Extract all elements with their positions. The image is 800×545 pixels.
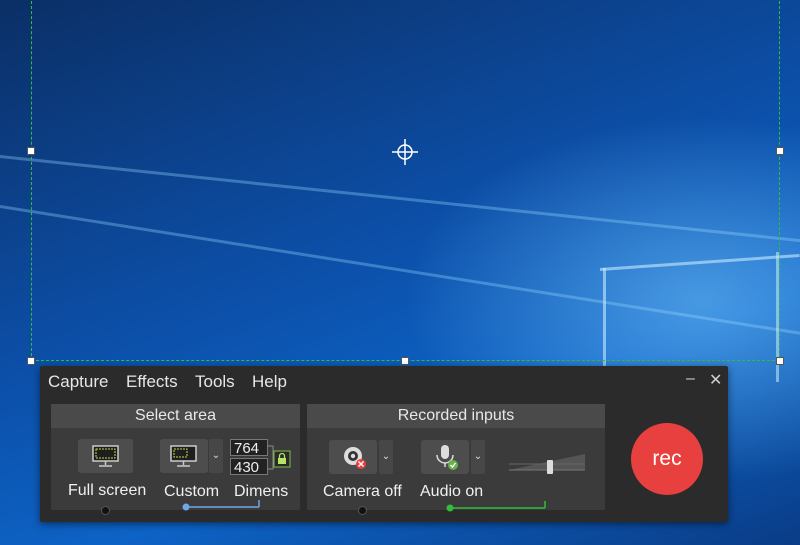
resize-handle-right[interactable] <box>776 147 784 155</box>
resize-handle-left[interactable] <box>27 147 35 155</box>
chevron-down-icon: ⌄ <box>211 450 221 461</box>
lock-icon[interactable] <box>273 450 291 468</box>
menu-bar: Capture Effects Tools Help – ✕ <box>40 366 728 396</box>
full-screen-button[interactable] <box>78 439 133 473</box>
camera-toggle-button[interactable] <box>329 440 377 474</box>
volume-slider-thumb <box>547 460 553 474</box>
audio-dropdown[interactable]: ⌄ <box>471 440 485 474</box>
menu-capture[interactable]: Capture <box>48 372 108 392</box>
width-input[interactable]: 764 <box>230 439 268 457</box>
recorded-inputs-panel: Recorded inputs ⌄ Camera off ⌄ Audio on <box>307 404 605 515</box>
resize-handle-bottom[interactable] <box>401 357 409 365</box>
move-crosshair-icon[interactable] <box>391 138 419 166</box>
menu-tools[interactable]: Tools <box>195 372 235 392</box>
record-button[interactable]: rec <box>631 423 703 495</box>
audio-toggle-button[interactable] <box>421 440 469 474</box>
volume-slider[interactable] <box>507 450 589 478</box>
recorder-toolbar: Capture Effects Tools Help – ✕ Select ar… <box>40 366 728 522</box>
camera-label: Camera off <box>323 483 402 500</box>
microphone-icon <box>436 445 458 470</box>
dimensions-label: Dimens <box>234 483 289 500</box>
recorded-inputs-header: Recorded inputs <box>307 404 605 428</box>
custom-label: Custom <box>164 483 220 500</box>
full-screen-indicator <box>101 506 110 515</box>
capture-region[interactable] <box>31 0 780 361</box>
full-screen-label: Full screen <box>68 482 147 499</box>
menu-effects[interactable]: Effects <box>126 372 178 392</box>
height-input[interactable]: 430 <box>230 458 268 476</box>
chevron-down-icon: ⌄ <box>473 451 483 462</box>
camera-dropdown[interactable]: ⌄ <box>379 440 393 474</box>
audio-selection-indicator <box>446 501 546 512</box>
close-icon[interactable]: ✕ <box>709 370 722 390</box>
custom-area-dropdown[interactable]: ⌄ <box>209 439 223 473</box>
select-area-panel: Select area Full screen ⌄ Custom 764 430 <box>51 404 300 515</box>
menu-help[interactable]: Help <box>252 372 287 392</box>
minimize-icon[interactable]: – <box>686 370 695 388</box>
custom-area-button[interactable] <box>160 439 208 473</box>
audio-label: Audio on <box>420 483 484 500</box>
custom-selection-indicator <box>182 500 260 511</box>
resize-handle-bottom-left[interactable] <box>27 357 35 365</box>
camera-indicator <box>358 506 367 515</box>
chevron-down-icon: ⌄ <box>381 451 391 462</box>
resize-handle-bottom-right[interactable] <box>776 357 784 365</box>
monitor-icon <box>92 445 119 467</box>
select-area-header: Select area <box>51 404 300 428</box>
monitor-icon <box>170 445 197 467</box>
webcam-icon <box>344 447 366 469</box>
